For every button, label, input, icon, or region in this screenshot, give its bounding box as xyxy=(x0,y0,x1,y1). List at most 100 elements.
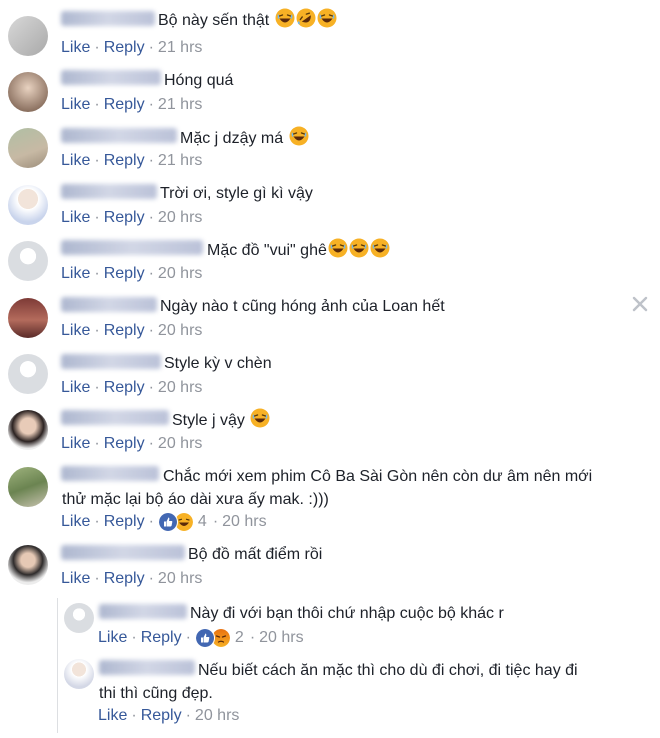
reply-actions: Like · Reply · 2 · 20 hrs xyxy=(98,628,304,648)
comment-actions: Like · Reply · 20 hrs xyxy=(61,321,203,341)
timestamp[interactable]: 20 hrs xyxy=(158,208,202,228)
avatar[interactable] xyxy=(8,16,48,56)
comment-text: Mặc đồ "vui" ghê xyxy=(207,238,390,262)
haha-emoji-icon xyxy=(370,238,390,258)
timestamp[interactable]: 20 hrs xyxy=(158,264,202,284)
timestamp[interactable]: 21 hrs xyxy=(158,151,202,171)
reply-link[interactable]: Reply xyxy=(104,38,145,58)
commenter-name[interactable] xyxy=(61,545,185,560)
reply-link[interactable]: Reply xyxy=(104,434,145,454)
timestamp[interactable]: 20 hrs xyxy=(259,628,303,648)
commenter-name[interactable] xyxy=(99,604,187,619)
timestamp[interactable]: 20 hrs xyxy=(158,434,202,454)
commenter-name[interactable] xyxy=(61,70,161,85)
reply-link[interactable]: Reply xyxy=(104,512,145,532)
like-link[interactable]: Like xyxy=(61,434,90,454)
comment-actions: Like · Reply · 4 · 20 hrs xyxy=(61,512,267,532)
comment-text-content: Mặc đồ "vui" ghê xyxy=(207,242,327,259)
comment-actions: Like · Reply · 21 hrs xyxy=(61,38,203,58)
commenter-name[interactable] xyxy=(61,240,203,255)
like-link[interactable]: Like xyxy=(98,628,127,648)
comment-text-content: Style j vậy xyxy=(172,412,245,429)
commenter-name[interactable] xyxy=(61,354,161,369)
comment-actions: Like · Reply · 20 hrs xyxy=(61,264,203,284)
comment-text: Hóng quá xyxy=(164,72,234,89)
haha-emoji-icon xyxy=(250,408,270,428)
comment-actions: Like · Reply · 21 hrs xyxy=(61,151,203,171)
reply-link[interactable]: Reply xyxy=(104,378,145,398)
comment-actions: Like · Reply · 21 hrs xyxy=(61,95,203,115)
comment-text: Trời ơi, style gì kì vậy xyxy=(160,185,313,202)
avatar[interactable] xyxy=(64,603,94,633)
like-link[interactable]: Like xyxy=(61,569,90,589)
reply-link[interactable]: Reply xyxy=(141,628,182,648)
reply-link[interactable]: Reply xyxy=(104,321,145,341)
avatar[interactable] xyxy=(8,72,48,112)
reply-actions: Like · Reply · 20 hrs xyxy=(98,706,240,726)
comment-text-content: Mặc j dzậy má xyxy=(180,130,284,147)
avatar[interactable] xyxy=(8,241,48,281)
reactions[interactable] xyxy=(194,628,231,648)
like-link[interactable]: Like xyxy=(61,321,90,341)
haha-emoji-icon xyxy=(349,238,369,258)
comment-actions: Like · Reply · 20 hrs xyxy=(61,208,203,228)
haha-emoji-icon xyxy=(275,8,295,28)
timestamp[interactable]: 20 hrs xyxy=(158,378,202,398)
comment-text: Bộ đồ mất điểm rồi xyxy=(188,546,323,563)
like-reaction-icon xyxy=(157,512,178,532)
commenter-name[interactable] xyxy=(61,410,169,425)
comment-text-content: Bộ này sến thật xyxy=(158,12,270,29)
haha-emoji-icon xyxy=(328,238,348,258)
commenter-name[interactable] xyxy=(61,184,157,199)
comment-actions: Like · Reply · 20 hrs xyxy=(61,378,203,398)
timestamp[interactable]: 21 hrs xyxy=(158,38,202,58)
like-reaction-icon xyxy=(194,628,215,648)
reaction-count[interactable]: 4 xyxy=(198,512,207,532)
timestamp[interactable]: 20 hrs xyxy=(158,569,202,589)
reply-link[interactable]: Reply xyxy=(104,151,145,171)
reply-link[interactable]: Reply xyxy=(104,95,145,115)
avatar[interactable] xyxy=(8,467,48,507)
like-link[interactable]: Like xyxy=(61,151,90,171)
reply-link[interactable]: Reply xyxy=(104,569,145,589)
avatar[interactable] xyxy=(8,354,48,394)
like-link[interactable]: Like xyxy=(61,95,90,115)
like-link[interactable]: Like xyxy=(98,706,127,726)
like-link[interactable]: Like xyxy=(61,378,90,398)
comment-text: Bộ này sến thật xyxy=(158,8,337,32)
commenter-name[interactable] xyxy=(61,297,157,312)
timestamp[interactable]: 20 hrs xyxy=(195,706,239,726)
comment-actions: Like · Reply · 20 hrs xyxy=(61,569,203,589)
comment-text: Ngày nào t cũng hóng ảnh của Loan hết xyxy=(160,298,445,315)
like-link[interactable]: Like xyxy=(61,512,90,532)
avatar[interactable] xyxy=(8,298,48,338)
commenter-name[interactable] xyxy=(61,11,155,26)
reply-link[interactable]: Reply xyxy=(104,264,145,284)
timestamp[interactable]: 21 hrs xyxy=(158,95,202,115)
timestamp[interactable]: 20 hrs xyxy=(222,512,266,532)
close-icon[interactable] xyxy=(630,294,650,314)
avatar[interactable] xyxy=(8,410,48,450)
like-link[interactable]: Like xyxy=(61,38,90,58)
avatar[interactable] xyxy=(8,545,48,585)
reactions[interactable] xyxy=(157,512,194,532)
reply-link[interactable]: Reply xyxy=(104,208,145,228)
avatar[interactable] xyxy=(8,128,48,168)
timestamp[interactable]: 20 hrs xyxy=(158,321,202,341)
haha-emoji-icon xyxy=(289,126,309,146)
reply-text: Này đi với bạn thôi chứ nhập cuộc bộ khá… xyxy=(190,605,504,622)
comment-actions: Like · Reply · 20 hrs xyxy=(61,434,203,454)
commenter-name[interactable] xyxy=(61,128,177,143)
comment-text: Style kỳ v chèn xyxy=(164,355,272,372)
like-link[interactable]: Like xyxy=(61,264,90,284)
like-link[interactable]: Like xyxy=(61,208,90,228)
reply-link[interactable]: Reply xyxy=(141,706,182,726)
reply-thread-line xyxy=(57,598,58,733)
avatar[interactable] xyxy=(64,659,94,689)
reply-text: Nếu biết cách ăn mặc thì cho dù đi chơi,… xyxy=(99,662,578,702)
reaction-count[interactable]: 2 xyxy=(235,628,244,648)
haha-emoji-icon xyxy=(317,8,337,28)
comment-text: Chắc mới xem phim Cô Ba Sài Gòn nên còn … xyxy=(62,468,593,508)
comment-text: Mặc j dzậy má xyxy=(180,126,309,150)
avatar[interactable] xyxy=(8,185,48,225)
